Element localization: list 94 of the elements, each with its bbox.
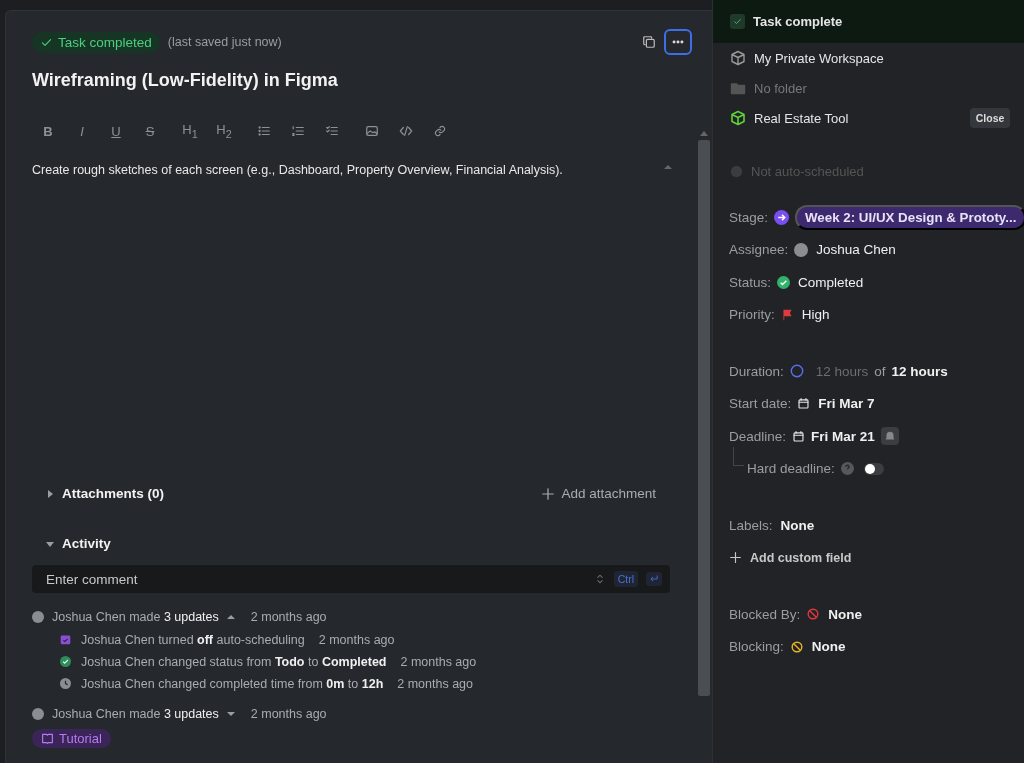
duration-value[interactable]: 12 hours (891, 363, 948, 379)
folder-icon (730, 80, 746, 96)
location-label[interactable]: Real Estate Tool (754, 110, 849, 126)
description-text[interactable]: Create rough sketches of each screen (e.g., Dashboard, Property Overview, Financial Analysis). (32, 163, 563, 177)
calendar-icon (60, 634, 71, 645)
activity-time: 2 months ago (400, 654, 477, 669)
duration-done: 12 hours (815, 363, 869, 379)
calendar-icon (797, 397, 811, 411)
field-label: Blocking: (729, 639, 784, 655)
caret-icon (46, 539, 54, 548)
activity-summary[interactable]: Joshua Chen made 3 updates (52, 707, 219, 721)
checklist-icon (325, 124, 339, 138)
activity-summary[interactable]: Joshua Chen made 3 updates (52, 610, 219, 624)
field-value[interactable]: None (811, 639, 846, 655)
avatar (794, 242, 809, 257)
field-value[interactable]: High (801, 307, 830, 323)
check-circle-icon (777, 275, 791, 289)
activity-text: Joshua Chen changed status from Todo to Completed (81, 654, 387, 669)
stage-pill[interactable]: Week 2: UI/UX Design & Prototy... (795, 204, 1024, 230)
field-value[interactable]: Completed (798, 274, 864, 290)
field-label: Deadline: (729, 428, 787, 444)
help-icon (840, 462, 854, 476)
format-button[interactable]: B (32, 119, 64, 143)
enter-icon (649, 574, 659, 584)
plus-icon (729, 551, 742, 565)
complete-checkbox[interactable] (730, 14, 745, 29)
caret-icon (46, 489, 54, 498)
format-button[interactable]: H$_{1}$ (174, 119, 206, 143)
field-label: Status: (729, 274, 772, 290)
flag-icon (780, 308, 794, 322)
ring-icon (789, 364, 804, 379)
book-icon (41, 732, 54, 745)
add-field-button[interactable]: Add custom field (729, 550, 852, 565)
close-button[interactable]: Close (969, 108, 1011, 128)
field-label: Labels: (729, 517, 773, 533)
format-button[interactable]: I (66, 119, 98, 143)
field-label: Stage: (729, 209, 769, 225)
toggle-switch[interactable] (863, 462, 884, 475)
activity-time: 2 months ago (397, 676, 474, 691)
scroll-bar[interactable] (698, 131, 710, 696)
comment-field[interactable]: Enter comment (44, 570, 586, 588)
calendar-icon (792, 429, 806, 443)
bullet-list-icon (257, 124, 271, 138)
activity-text: Joshua Chen changed completed time from 0m to 12h (81, 676, 384, 691)
field-label: Hard deadline: (747, 461, 835, 477)
field-value[interactable]: None (828, 606, 863, 622)
complete-label: Task complete (753, 14, 843, 29)
bell-icon (883, 430, 896, 443)
caret-icon (226, 613, 235, 621)
field-label: Start date: (729, 396, 792, 412)
format-button[interactable]: S (134, 119, 166, 143)
copy-icon (642, 35, 656, 49)
section-title[interactable]: Attachments (0) (62, 486, 164, 501)
field-value[interactable]: Fri Mar 7 (818, 396, 875, 412)
task-title[interactable]: Wireframing (Low-Fidelity) in Figma (32, 70, 712, 91)
caret-icon (226, 710, 235, 718)
location-label[interactable]: My Private Workspace (754, 50, 884, 66)
field-label: Assignee: (729, 242, 789, 258)
field-value[interactable]: None (780, 517, 815, 533)
avatar (32, 611, 44, 623)
save-note: (last saved just now) (167, 35, 282, 49)
shortcut-key: Ctrl (613, 571, 638, 587)
field-label: Duration: (729, 363, 784, 379)
tutorial-button[interactable]: Tutorial (32, 729, 111, 748)
field-value[interactable]: Fri Mar 21 (811, 428, 875, 444)
field-label: Priority: (729, 307, 775, 323)
blocked-icon (806, 607, 821, 622)
activity-time: 2 months ago (318, 632, 395, 647)
activity-text: Joshua Chen turned off auto-scheduling (81, 632, 305, 647)
link-icon (433, 124, 447, 138)
status-badge: Task completed (32, 31, 160, 53)
more-button[interactable] (664, 29, 692, 55)
numbered-list-icon (291, 124, 305, 138)
add-attachment-button[interactable]: Add attachment (535, 485, 662, 502)
field-label: Blocked By: (729, 606, 801, 622)
format-button[interactable]: U (100, 119, 132, 143)
blocking-icon (789, 639, 804, 654)
field-value[interactable]: Joshua Chen (816, 242, 896, 258)
image-icon (365, 124, 379, 138)
cube-icon (730, 110, 746, 126)
activity-time: 2 months ago (250, 707, 327, 721)
check-icon (733, 17, 742, 26)
format-button[interactable]: H$_{2}$ (208, 119, 240, 143)
location-label[interactable]: No folder (754, 80, 807, 96)
avatar (32, 708, 44, 720)
section-title[interactable]: Activity (62, 536, 111, 551)
of-label: of (874, 363, 886, 379)
up-caret-icon (664, 163, 672, 171)
bell-button[interactable] (880, 427, 899, 446)
plus-icon (541, 486, 556, 501)
check-circle-icon (60, 656, 71, 667)
clock-icon (60, 678, 71, 689)
code-icon (399, 124, 413, 138)
activity-time: 2 months ago (250, 610, 327, 624)
